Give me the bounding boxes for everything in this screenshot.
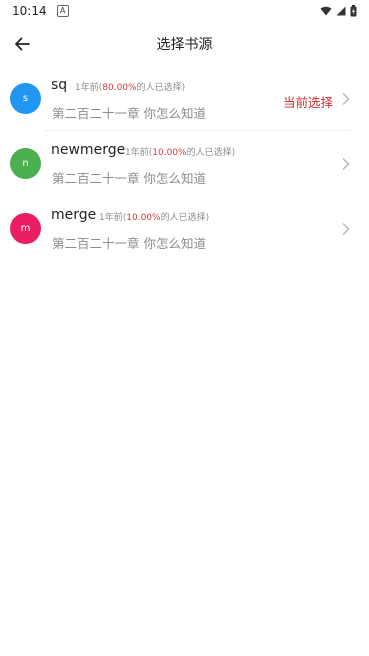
chevron-right-icon bbox=[342, 158, 350, 170]
app-header: 选择书源 bbox=[0, 22, 369, 66]
page-title: 选择书源 bbox=[156, 37, 213, 53]
status-bar-left: 10:14 A bbox=[12, 4, 69, 18]
battery-icon bbox=[350, 5, 357, 17]
status-bar-right bbox=[320, 5, 357, 17]
source-name: newmerge bbox=[51, 142, 126, 158]
meta-percent: 10.00% bbox=[152, 148, 187, 158]
wifi-icon bbox=[320, 6, 332, 16]
source-meta: 1年前(80.00%的人已选择) bbox=[75, 80, 185, 93]
source-name: merge bbox=[51, 207, 97, 223]
status-bar: 10:14 A bbox=[0, 0, 369, 22]
source-list: s sq 1年前(80.00%的人已选择) 第二百二十一章 你怎么知道 当前选择… bbox=[0, 66, 369, 261]
source-row-merge[interactable]: m merge 1年前(10.00%的人已选择) 第二百二十一章 你怎么知道 bbox=[0, 196, 369, 261]
status-time: 10:14 bbox=[12, 4, 47, 18]
source-meta: 1年前(10.00%的人已选择) bbox=[99, 210, 209, 223]
source-row-sq[interactable]: s sq 1年前(80.00%的人已选择) 第二百二十一章 你怎么知道 当前选择 bbox=[0, 66, 369, 131]
source-row-newmerge[interactable]: n newmerge 1年前(10.00%的人已选择) 第二百二十一章 你怎么知… bbox=[0, 131, 369, 196]
avatar: m bbox=[10, 213, 41, 244]
avatar: s bbox=[10, 83, 41, 114]
signal-icon bbox=[336, 6, 346, 16]
meta-prefix: 1年前( bbox=[99, 213, 127, 223]
latest-chapter: 第二百二十一章 你怎么知道 bbox=[52, 171, 206, 186]
current-selection-label: 当前选择 bbox=[282, 95, 333, 110]
meta-percent: 10.00% bbox=[126, 213, 161, 223]
source-name: sq bbox=[51, 77, 68, 93]
avatar: n bbox=[10, 148, 41, 179]
source-meta: 1年前(10.00%的人已选择) bbox=[125, 145, 235, 158]
chevron-right-icon bbox=[342, 223, 350, 235]
meta-suffix: 的人已选择) bbox=[186, 148, 236, 158]
meta-prefix: 1年前( bbox=[75, 83, 103, 93]
a-icon: A bbox=[56, 5, 69, 17]
latest-chapter: 第二百二十一章 你怎么知道 bbox=[52, 106, 206, 121]
latest-chapter: 第二百二十一章 你怎么知道 bbox=[52, 236, 206, 251]
meta-suffix: 的人已选择) bbox=[160, 213, 210, 223]
chevron-right-icon bbox=[342, 93, 350, 105]
meta-percent: 80.00% bbox=[102, 83, 137, 93]
meta-prefix: 1年前( bbox=[125, 148, 153, 158]
meta-suffix: 的人已选择) bbox=[136, 83, 186, 93]
